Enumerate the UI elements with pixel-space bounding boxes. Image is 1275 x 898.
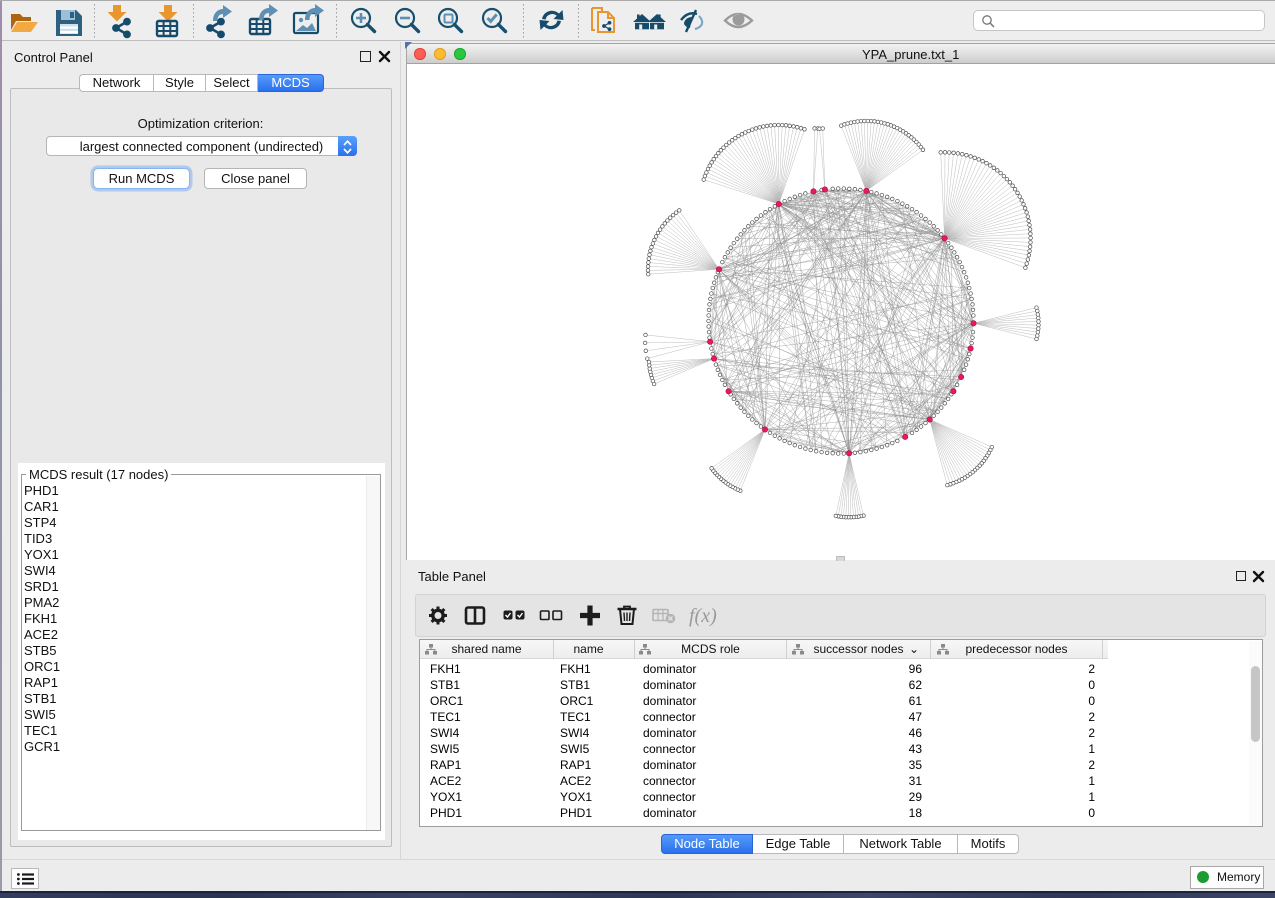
svg-text:f(x): f(x)	[689, 605, 717, 627]
